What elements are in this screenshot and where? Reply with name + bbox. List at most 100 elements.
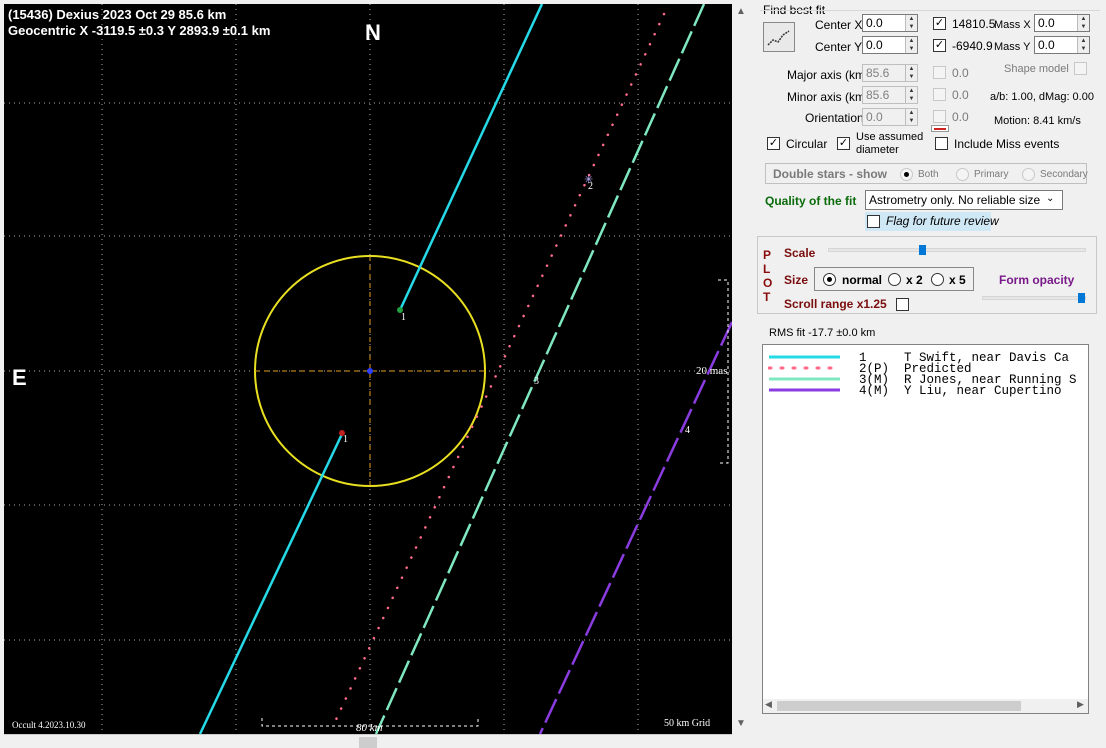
major-axis-value: 85.6 <box>866 66 890 80</box>
mass-y-value: 0.0 <box>1038 38 1055 52</box>
use-assumed-label-1: Use assumed <box>856 131 924 143</box>
orient-uncert-value: 0.0 <box>952 110 969 124</box>
legend-swatch <box>769 355 840 359</box>
legend-swatch <box>769 388 840 392</box>
spin-arrows-icon[interactable]: ▲ ▼ <box>1077 15 1089 31</box>
scroll-down-arrow-icon[interactable]: ▼ <box>736 718 746 729</box>
mass-x-label: Mass X <box>994 19 1031 31</box>
minor-uncert-value: 0.0 <box>952 88 969 102</box>
observers-legend-list[interactable]: 1 T Swift, near Davis Ca 2(P) Predicted 3(… <box>762 344 1089 714</box>
plot-title: (15436) Dexius 2023 Oct 29 85.6 km <box>8 7 227 22</box>
motion-label: Motion: 8.41 km/s <box>994 115 1081 127</box>
legend-hscroll-thumb[interactable] <box>777 701 1021 711</box>
vertical-scrollbar[interactable]: ▲ ▼ <box>733 4 750 734</box>
circular-checkbox[interactable]: ✓ <box>767 137 780 150</box>
mass-y-checkbox[interactable]: ✓ <box>933 39 946 52</box>
chord-1-upper <box>398 4 544 311</box>
scroll-range-checkbox[interactable] <box>896 298 909 311</box>
both-radio[interactable] <box>900 168 913 181</box>
occultation-plot[interactable]: ✳ (15436) Dexius 2023 Oct 29 85.6 km Geo… <box>4 4 732 734</box>
center-y-input[interactable]: 0.0 ▲ ▼ <box>862 36 918 54</box>
east-label: E <box>12 365 27 390</box>
major-uncert-checkbox[interactable] <box>933 66 946 79</box>
orient-uncert-checkbox[interactable] <box>933 110 946 123</box>
chord-label-3: 3 <box>534 376 539 387</box>
settings-panel: Find best fit Center X 0.0 ▲ ▼ Center Y 0.… <box>752 0 1106 748</box>
quality-label: Quality of the fit <box>765 194 857 208</box>
horizontal-scrollbar[interactable] <box>4 734 732 748</box>
size-x2-radio[interactable] <box>888 273 901 286</box>
ellipse-center <box>367 368 373 374</box>
chord-4-path <box>538 321 732 734</box>
center-x-value: 0.0 <box>866 16 883 30</box>
flag-review-checkbox[interactable] <box>867 215 880 228</box>
scale-bar-label: 20 mas <box>696 365 728 377</box>
mass-x-input[interactable]: 0.0 ▲ ▼ <box>1034 14 1090 32</box>
mass-y-label: Mass Y <box>994 41 1031 53</box>
orientation-input[interactable]: 0.0 ▲ ▼ <box>862 108 918 126</box>
size-normal-radio[interactable] <box>823 273 836 286</box>
size-radio-group: normal x 2 x 5 <box>814 267 974 291</box>
minor-axis-label: Minor axis (km) <box>787 90 870 104</box>
major-uncert-value: 0.0 <box>952 66 969 80</box>
size-label: Size <box>784 273 809 287</box>
scale-label: Scale <box>784 246 816 260</box>
size-normal-label: normal <box>842 273 883 287</box>
bottom-bar-label: 80 km <box>356 722 383 734</box>
best-fit-button[interactable] <box>763 22 795 52</box>
spin-arrows-icon[interactable]: ▲ ▼ <box>905 109 917 125</box>
orientation-label: Orientation <box>805 111 864 125</box>
scale-slider[interactable] <box>828 248 1086 252</box>
spin-arrows-icon[interactable]: ▲ ▼ <box>1077 37 1089 53</box>
size-x5-radio[interactable] <box>931 273 944 286</box>
center-y-value: 0.0 <box>866 38 883 52</box>
major-axis-input[interactable]: 85.6 ▲ ▼ <box>862 64 918 82</box>
secondary-radio[interactable] <box>1022 168 1035 181</box>
spin-arrows-icon[interactable]: ▲ ▼ <box>905 15 917 31</box>
mass-x-checkbox[interactable]: ✓ <box>933 17 946 30</box>
color-swatch[interactable] <box>931 125 949 132</box>
plot-letter-t: T <box>763 290 771 304</box>
scale-slider-thumb[interactable] <box>919 245 926 255</box>
horizontal-scroll-thumb[interactable] <box>359 737 377 748</box>
include-miss-checkbox[interactable] <box>935 137 948 150</box>
center-y-label: Center Y <box>815 40 863 54</box>
shape-model-checkbox[interactable] <box>1074 62 1087 75</box>
scroll-right-arrow-icon[interactable]: ▶ <box>1077 699 1084 710</box>
mass-x-value-label: 14810.5 <box>952 17 996 31</box>
scroll-up-arrow-icon[interactable]: ▲ <box>736 6 746 17</box>
legend-swatch <box>769 377 840 381</box>
quality-select[interactable]: Astrometry only. No reliable size ⌄ <box>865 190 1063 210</box>
plot-geocentric: Geocentric X -3119.5 ±0.3 Y 2893.9 ±0.1 … <box>8 23 271 38</box>
shape-model-label: Shape model <box>1004 63 1069 75</box>
legend-swatch <box>768 366 842 370</box>
double-stars-group: Double stars - show Both Primary Seconda… <box>765 163 1088 184</box>
center-x-input[interactable]: 0.0 ▲ ▼ <box>862 14 918 32</box>
size-x2-label: x 2 <box>906 273 923 287</box>
form-opacity-slider[interactable] <box>982 296 1086 300</box>
north-label: N <box>365 20 381 45</box>
use-assumed-checkbox[interactable]: ✓ <box>837 137 850 150</box>
minor-axis-input[interactable]: 85.6 ▲ ▼ <box>862 86 918 104</box>
form-opacity-slider-thumb[interactable] <box>1078 293 1085 303</box>
plot-letter-p: P <box>763 248 772 262</box>
spin-arrows-icon[interactable]: ▲ ▼ <box>905 65 917 81</box>
orientation-value: 0.0 <box>866 110 883 124</box>
secondary-label: Secondary <box>1040 169 1088 180</box>
scroll-left-arrow-icon[interactable]: ◀ <box>765 699 772 710</box>
chevron-down-icon: ⌄ <box>1046 193 1055 204</box>
spin-arrows-icon[interactable]: ▲ ▼ <box>905 37 917 53</box>
legend-hscrollbar[interactable]: ◀ ▶ <box>763 699 1088 713</box>
minor-uncert-checkbox[interactable] <box>933 88 946 101</box>
flag-review-label: Flag for future review <box>886 214 999 228</box>
chord-3-path <box>374 4 706 734</box>
chord-1-lower <box>198 433 344 734</box>
mass-y-input[interactable]: 0.0 ▲ ▼ <box>1034 36 1090 54</box>
flag-review-box[interactable]: Flag for future review <box>865 212 999 231</box>
primary-radio[interactable] <box>956 168 969 181</box>
mass-y-value-label: -6940.9 <box>952 39 993 53</box>
spin-arrows-icon[interactable]: ▲ ▼ <box>905 87 917 103</box>
primary-label: Primary <box>974 169 1009 180</box>
center-x-label: Center X <box>815 18 863 32</box>
chord-label-2: 2 <box>588 181 593 192</box>
